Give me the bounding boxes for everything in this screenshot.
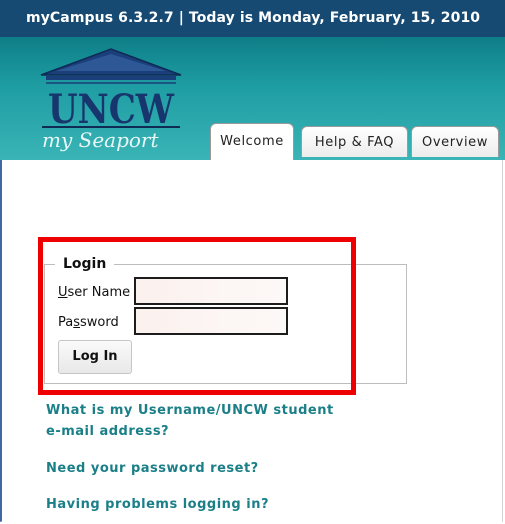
logo-text: UNCW: [48, 86, 175, 133]
username-field[interactable]: [134, 277, 288, 305]
uncw-logo: UNCW my Seaport: [40, 48, 182, 152]
logo-tagline: my Seaport: [42, 128, 159, 152]
tab-help-faq[interactable]: Help & FAQ: [301, 126, 408, 157]
login-problems-link[interactable]: Having problems logging in?: [46, 494, 269, 515]
username-help-link[interactable]: What is my Username/UNCW student e-mail …: [46, 400, 334, 442]
username-label: User Name: [58, 285, 131, 300]
tab-welcome[interactable]: Welcome: [210, 123, 294, 160]
login-button[interactable]: Log In: [58, 340, 132, 374]
tab-overview[interactable]: Overview: [411, 126, 499, 157]
login-legend: Login: [63, 256, 107, 272]
top-status-bar: myCampus 6.3.2.7 | Today is Monday, Febr…: [0, 0, 505, 37]
password-label: Password: [58, 315, 119, 330]
password-field[interactable]: [134, 307, 288, 335]
password-reset-link[interactable]: Need your password reset?: [46, 458, 259, 479]
page-title: myCampus 6.3.2.7 | Today is Monday, Febr…: [26, 10, 481, 26]
main-content: Login User Name Password Log In What is …: [2, 160, 502, 522]
